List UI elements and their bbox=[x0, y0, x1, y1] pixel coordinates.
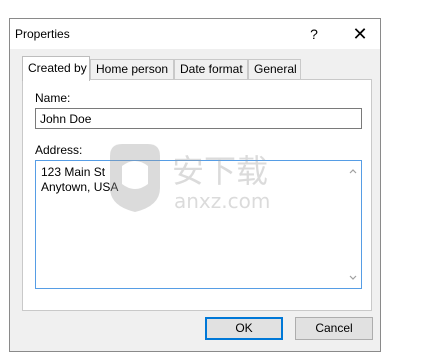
tab-home-person[interactable]: Home person bbox=[90, 59, 174, 80]
tab-date-format[interactable]: Date format bbox=[174, 59, 248, 80]
tab-general[interactable]: General bbox=[248, 59, 301, 80]
watermark-subtext: anxz.com bbox=[174, 189, 270, 213]
scroll-up-arrow-icon[interactable] bbox=[348, 166, 358, 176]
help-button[interactable]: ? bbox=[302, 23, 326, 45]
ok-button[interactable]: OK bbox=[205, 317, 283, 340]
address-label: Address: bbox=[35, 143, 83, 157]
address-line: 123 Main St bbox=[41, 165, 106, 179]
window-title: Properties bbox=[15, 27, 70, 41]
close-button[interactable]: ✕ bbox=[348, 23, 372, 45]
name-label: Name: bbox=[35, 91, 71, 105]
scroll-down-arrow-icon[interactable] bbox=[348, 273, 358, 283]
watermark-text: 安下载 bbox=[172, 152, 268, 190]
tab-created-by[interactable]: Created by bbox=[22, 56, 90, 81]
title-bar: Properties ? ✕ bbox=[10, 19, 380, 49]
name-input[interactable] bbox=[35, 108, 362, 129]
cancel-button[interactable]: Cancel bbox=[295, 317, 373, 340]
watermark-logo: 安下载 anxz.com bbox=[110, 144, 270, 213]
